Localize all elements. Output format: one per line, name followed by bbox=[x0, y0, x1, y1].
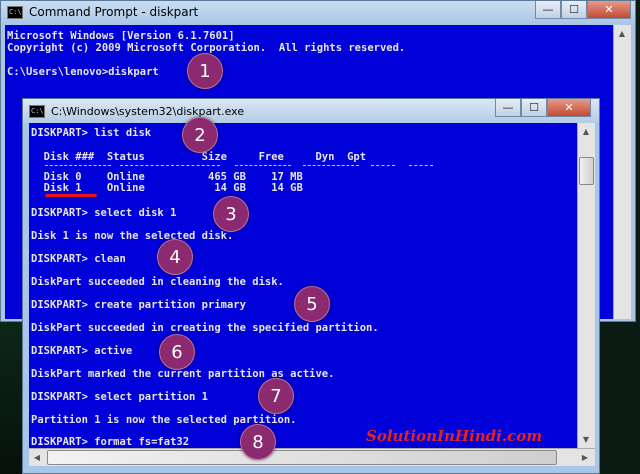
horizontal-scrollbar[interactable]: ◀ ▶ bbox=[29, 448, 595, 466]
step-marker: 5 bbox=[294, 286, 330, 322]
header-underline bbox=[371, 165, 395, 166]
window-title: C:\Windows\system32\diskpart.exe bbox=[51, 105, 245, 118]
scroll-up-icon[interactable]: ▲ bbox=[614, 25, 630, 41]
step-marker: 8 bbox=[240, 424, 276, 460]
title-bar[interactable]: C:\ Command Prompt - diskpart — ☐ ✕ bbox=[1, 1, 635, 25]
command-line: DISKPART> clean bbox=[31, 253, 126, 265]
highlight-underline bbox=[45, 194, 97, 197]
window-controls: — ☐ ✕ bbox=[535, 1, 631, 19]
scroll-up-icon[interactable]: ▲ bbox=[578, 123, 594, 139]
console-line: Microsoft Windows [Version 6.1.7601] bbox=[7, 30, 235, 42]
step-marker: 7 bbox=[258, 378, 294, 414]
command-line: DISKPART> select disk 1 bbox=[31, 207, 177, 219]
step-marker: 4 bbox=[157, 239, 193, 275]
scroll-thumb[interactable] bbox=[579, 157, 594, 185]
output-line: DiskPart succeeded in cleaning the disk. bbox=[31, 276, 284, 288]
command-line: DISKPART> active bbox=[31, 345, 133, 357]
minimize-button[interactable]: — bbox=[535, 1, 561, 19]
header-underline bbox=[120, 165, 220, 166]
output-line: DiskPart succeeded in creating the speci… bbox=[31, 322, 379, 334]
scroll-left-icon[interactable]: ◀ bbox=[29, 449, 45, 465]
cmd-icon: C:\ bbox=[7, 6, 23, 19]
maximize-button[interactable]: ☐ bbox=[521, 99, 547, 117]
console-area[interactable]: DISKPART> list disk Disk ### Status Size… bbox=[29, 123, 577, 448]
cmd-icon: C:\ bbox=[29, 105, 45, 118]
step-marker: 3 bbox=[213, 196, 249, 232]
title-bar[interactable]: C:\ C:\Windows\system32\diskpart.exe — ☐… bbox=[23, 99, 599, 123]
vertical-scrollbar[interactable]: ▲ bbox=[613, 25, 631, 319]
command-line: DISKPART> create partition primary bbox=[31, 299, 246, 311]
maximize-button[interactable]: ☐ bbox=[561, 1, 587, 19]
header-underline bbox=[45, 165, 111, 166]
window-title: Command Prompt - diskpart bbox=[29, 5, 199, 19]
scroll-right-icon[interactable]: ▶ bbox=[577, 449, 593, 465]
command-line: DISKPART> select partition 1 bbox=[31, 391, 209, 403]
step-marker: 6 bbox=[159, 334, 195, 370]
header-underline bbox=[409, 165, 433, 166]
minimize-button[interactable]: — bbox=[495, 99, 521, 117]
header-underline bbox=[303, 165, 359, 166]
output-line: DiskPart marked the current partition as… bbox=[31, 368, 335, 380]
scroll-down-icon[interactable]: ▼ bbox=[578, 431, 594, 447]
close-button[interactable]: ✕ bbox=[587, 1, 631, 19]
step-marker: 1 bbox=[187, 53, 223, 89]
window-controls: — ☐ ✕ bbox=[495, 99, 591, 117]
table-row: Disk 1 Online 14 GB 14 GB bbox=[31, 182, 303, 194]
scroll-thumb[interactable] bbox=[47, 450, 557, 465]
vertical-scrollbar[interactable]: ▲ ▼ bbox=[577, 123, 595, 448]
close-button[interactable]: ✕ bbox=[547, 99, 591, 117]
command-line: DISKPART> format fs=fat32 bbox=[31, 436, 190, 448]
output-line: Disk 1 is now the selected disk. bbox=[31, 230, 234, 242]
watermark: SolutionInHindi.com bbox=[366, 427, 543, 445]
step-marker: 2 bbox=[182, 117, 218, 153]
console-line: C:\Users\lenovo>diskpart bbox=[7, 66, 159, 78]
command-line: DISKPART> list disk bbox=[31, 127, 152, 139]
header-underline bbox=[235, 165, 291, 166]
